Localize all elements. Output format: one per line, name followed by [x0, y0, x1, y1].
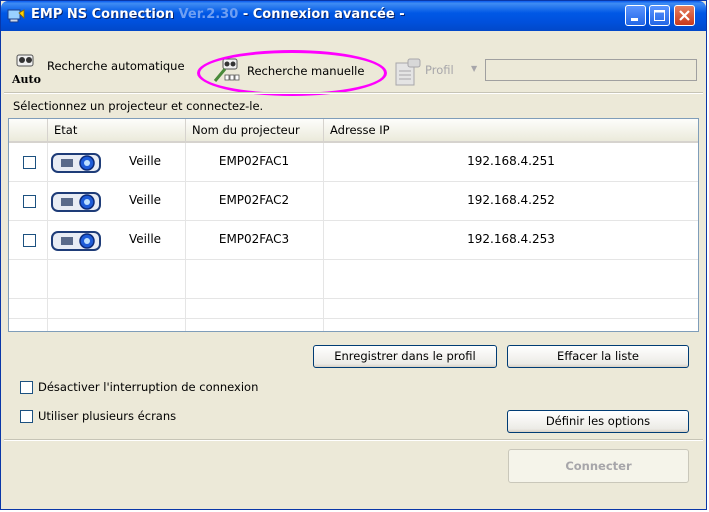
profile-icon — [395, 58, 421, 86]
row-state: Veille — [129, 193, 162, 207]
row-checkbox[interactable] — [23, 195, 36, 208]
column-header-check[interactable] — [9, 119, 48, 141]
manual-search-icon — [213, 58, 240, 82]
minimize-button[interactable] — [625, 5, 646, 26]
maximize-icon — [654, 10, 665, 21]
auto-search-icon: Auto — [11, 54, 41, 85]
maximize-button[interactable] — [649, 5, 670, 26]
auto-icon-text: Auto — [11, 73, 41, 85]
close-icon — [679, 10, 690, 21]
row-projector-name: EMP02FAC3 — [218, 232, 290, 246]
row-ip-address: 192.168.4.252 — [467, 193, 555, 207]
title-subtitle: - Connexion avancée - — [242, 7, 405, 22]
profile-label: Profil — [425, 63, 454, 77]
app-icon — [7, 9, 25, 23]
empty-row — [9, 260, 698, 299]
row-checkbox[interactable] — [23, 234, 36, 247]
manual-search-label: Recherche manuelle — [247, 64, 365, 78]
disable-interrupt-checkbox[interactable] — [20, 381, 33, 394]
instruction-text: Sélectionnez un projecteur et connectez-… — [13, 99, 264, 113]
title-app-name: EMP NS Connection — [31, 7, 174, 22]
column-header-state[interactable]: Etat — [48, 119, 186, 141]
disable-interrupt-label[interactable]: Désactiver l'interruption de connexion — [38, 380, 258, 394]
table-row[interactable]: Veille EMP02FAC2 192.168.4.252 — [9, 182, 698, 221]
profile-dropdown-arrow-icon[interactable]: ▼ — [471, 64, 477, 73]
table-row[interactable]: Veille EMP02FAC3 192.168.4.253 — [9, 221, 698, 260]
close-button[interactable] — [674, 5, 695, 26]
app-window: EMP NS Connection Ver.2.30 - Connexion a… — [0, 0, 707, 510]
footer-divider — [4, 439, 703, 441]
clear-list-button[interactable]: Effacer la liste — [507, 345, 689, 368]
save-to-profile-button[interactable]: Enregistrer dans le profil — [313, 345, 497, 368]
set-options-button[interactable]: Définir les options — [507, 410, 689, 433]
title-bar[interactable]: EMP NS Connection Ver.2.30 - Connexion a… — [1, 1, 706, 31]
minimize-icon — [631, 18, 638, 21]
auto-search-button[interactable]: Auto Recherche automatique — [11, 53, 185, 85]
projector-icon — [51, 153, 101, 173]
row-state: Veille — [129, 154, 162, 168]
row-state: Veille — [129, 232, 162, 246]
row-projector-name: EMP02FAC2 — [218, 193, 290, 207]
profile-select[interactable] — [485, 59, 697, 81]
projector-icon — [51, 231, 101, 251]
multi-screen-label[interactable]: Utiliser plusieurs écrans — [38, 409, 176, 423]
window-title: EMP NS Connection Ver.2.30 - Connexion a… — [31, 7, 405, 22]
row-ip-address: 192.168.4.251 — [467, 154, 555, 168]
row-checkbox[interactable] — [23, 156, 36, 169]
multi-screen-checkbox[interactable] — [20, 410, 33, 423]
column-header-name[interactable]: Nom du projecteur — [186, 119, 324, 141]
projector-list[interactable]: Etat Nom du projecteur Adresse IP Veille… — [8, 118, 699, 332]
toolbar-divider — [4, 92, 703, 94]
connect-button[interactable]: Connecter — [508, 449, 689, 483]
list-header: Etat Nom du projecteur Adresse IP — [9, 119, 698, 143]
column-header-ip[interactable]: Adresse IP — [324, 119, 698, 141]
projector-icon — [51, 192, 101, 212]
table-row[interactable]: Veille EMP02FAC1 192.168.4.251 — [9, 143, 698, 182]
auto-search-label: Recherche automatique — [47, 59, 185, 73]
title-version: Ver.2.30 — [178, 7, 239, 22]
empty-row — [9, 299, 698, 319]
row-projector-name: EMP02FAC1 — [218, 154, 290, 168]
row-ip-address: 192.168.4.253 — [467, 232, 555, 246]
manual-search-button[interactable]: Recherche manuelle — [211, 57, 364, 85]
